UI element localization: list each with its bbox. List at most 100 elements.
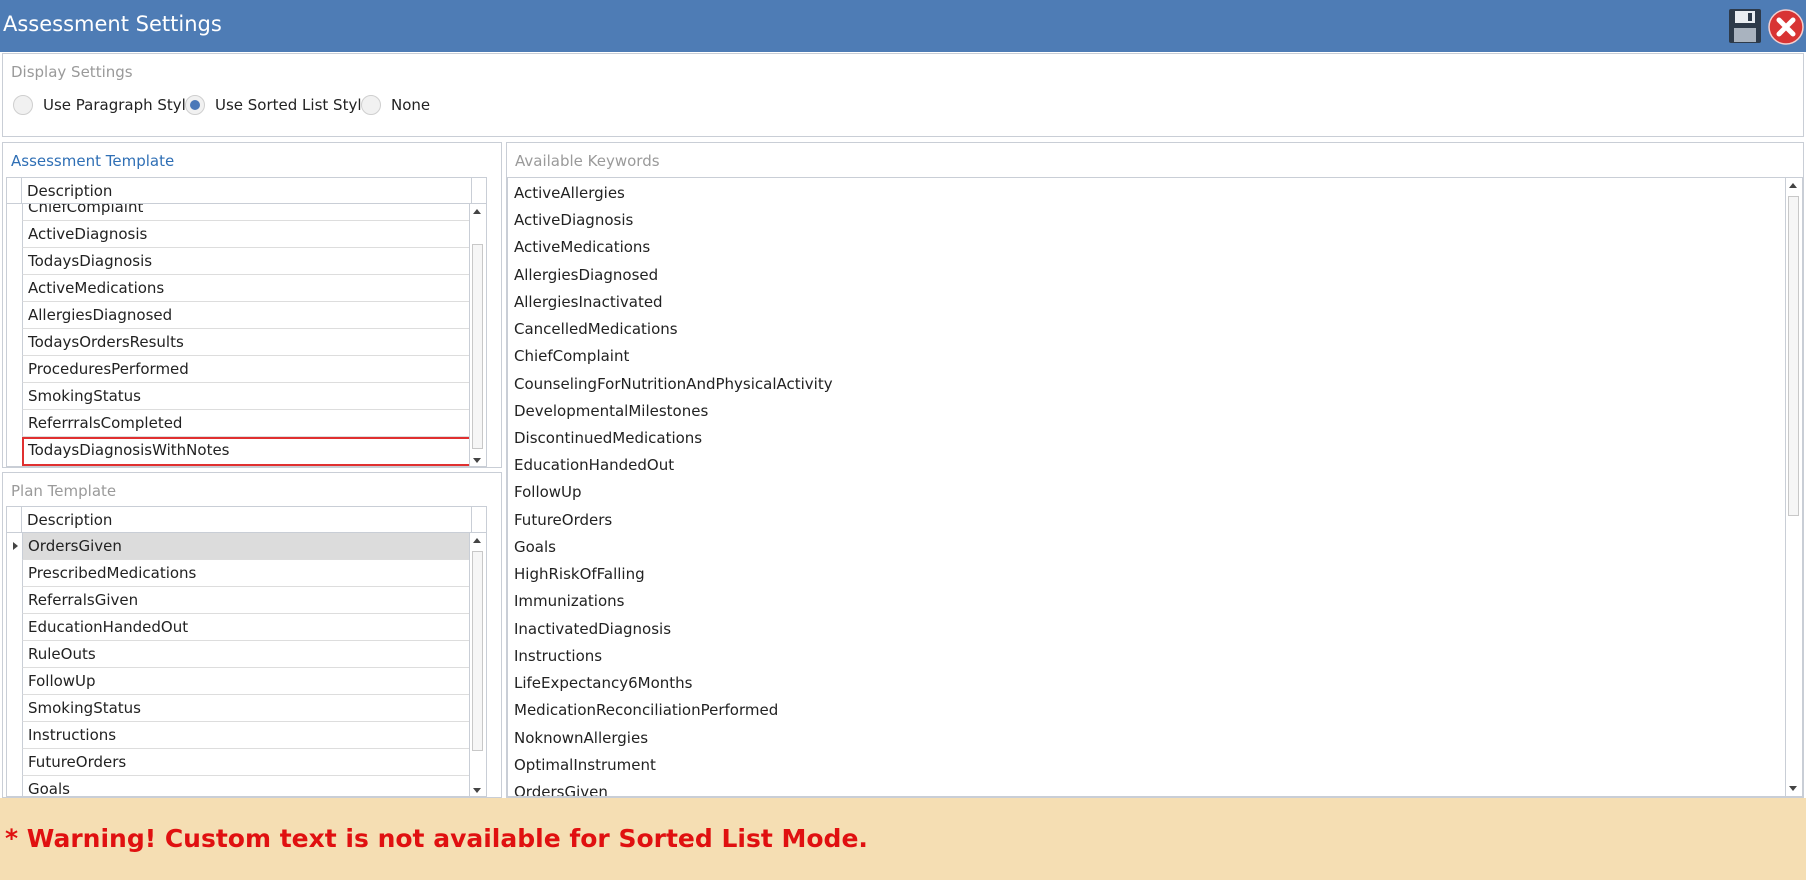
available-keywords-list: ActiveAllergies ActiveDiagnosis ActiveMe… xyxy=(507,177,1803,797)
cell-description: ReferralsGiven xyxy=(28,591,139,609)
keyword-item[interactable]: ChiefComplaint xyxy=(514,343,629,370)
scrollbar-header-cell xyxy=(471,507,486,532)
plan-vertical-scrollbar[interactable] xyxy=(469,533,486,796)
scroll-down-arrow-icon[interactable] xyxy=(473,458,481,463)
keyword-item[interactable]: FutureOrders xyxy=(514,507,612,534)
scroll-thumb[interactable] xyxy=(472,551,483,751)
keyword-item[interactable]: InactivatedDiagnosis xyxy=(514,616,671,643)
cell-description: FutureOrders xyxy=(28,753,127,771)
radio-none[interactable]: None xyxy=(361,94,441,120)
save-button[interactable] xyxy=(1727,7,1763,45)
keywords-vertical-scrollbar[interactable] xyxy=(1785,178,1802,796)
grid-header: Description xyxy=(7,507,486,533)
plan-template-title: Plan Template xyxy=(11,482,117,500)
scroll-down-arrow-icon[interactable] xyxy=(473,788,481,793)
keyword-item[interactable]: Instructions xyxy=(514,643,602,670)
table-row[interactable]: FutureOrders xyxy=(22,749,471,776)
cell-description: ActiveMedications xyxy=(28,279,165,297)
table-row[interactable]: ChiefComplaint xyxy=(22,204,471,221)
cell-description: OrdersGiven xyxy=(28,537,122,555)
table-row[interactable]: ActiveMedications xyxy=(22,275,471,302)
table-row[interactable]: RuleOuts xyxy=(22,641,471,668)
cell-description: ReferrralsCompleted xyxy=(28,414,183,432)
scroll-thumb[interactable] xyxy=(1788,196,1799,516)
table-row-selected[interactable]: OrdersGiven xyxy=(22,533,471,560)
radio-circle-icon xyxy=(13,95,33,115)
cell-description: ProceduresPerformed xyxy=(28,360,189,378)
radio-sorted-list-style[interactable]: Use Sorted List Style xyxy=(185,94,371,120)
keyword-item[interactable]: AllergiesDiagnosed xyxy=(514,262,658,289)
keyword-item[interactable]: NoknownAllergies xyxy=(514,725,648,752)
column-header-description[interactable]: Description xyxy=(27,511,112,529)
cell-description: TodaysDiagnosis xyxy=(28,252,153,270)
cell-description: ActiveDiagnosis xyxy=(28,225,148,243)
table-row[interactable]: SmokingStatus xyxy=(22,383,471,410)
warning-bar: * Warning! Custom text is not available … xyxy=(0,798,1806,880)
keyword-item[interactable]: LifeExpectancy6Months xyxy=(514,670,692,697)
keyword-item[interactable]: DevelopmentalMilestones xyxy=(514,398,708,425)
table-row[interactable]: ReferralsGiven xyxy=(22,587,471,614)
keyword-item[interactable]: MedicationReconciliationPerformed xyxy=(514,697,778,724)
radio-label: Use Sorted List Style xyxy=(215,96,371,114)
keyword-item[interactable]: EducationHandedOut xyxy=(514,452,674,479)
table-row[interactable]: AllergiesDiagnosed xyxy=(22,302,471,329)
assessment-template-title: Assessment Template xyxy=(11,152,175,170)
keyword-item[interactable]: ActiveAllergies xyxy=(514,180,625,207)
cell-description: Goals xyxy=(28,780,70,797)
display-settings-panel: Display Settings Use Paragraph Style Use… xyxy=(2,53,1804,137)
table-row[interactable]: ActiveDiagnosis xyxy=(22,221,471,248)
scroll-down-arrow-icon[interactable] xyxy=(1789,786,1797,791)
table-row[interactable]: PrescribedMedications xyxy=(22,560,471,587)
floppy-disk-icon xyxy=(1729,9,1761,43)
warning-message: * Warning! Custom text is not available … xyxy=(5,824,868,853)
keyword-items: ActiveAllergies ActiveDiagnosis ActiveMe… xyxy=(508,178,1786,796)
scroll-up-arrow-icon[interactable] xyxy=(473,209,481,214)
radio-paragraph-style[interactable]: Use Paragraph Style xyxy=(13,94,195,120)
keyword-item[interactable]: OptimalInstrument xyxy=(514,752,656,779)
keyword-item[interactable]: FollowUp xyxy=(514,479,582,506)
keyword-item[interactable]: AllergiesInactivated xyxy=(514,289,663,316)
keyword-item[interactable]: CancelledMedications xyxy=(514,316,678,343)
display-settings-title: Display Settings xyxy=(11,63,133,81)
table-row[interactable]: TodaysOrdersResults xyxy=(22,329,471,356)
close-button[interactable] xyxy=(1768,9,1804,45)
table-row[interactable]: ProceduresPerformed xyxy=(22,356,471,383)
keyword-item[interactable]: ActiveMedications xyxy=(514,234,650,261)
keyword-item[interactable]: Immunizations xyxy=(514,588,624,615)
cell-description: SmokingStatus xyxy=(28,387,141,405)
table-row[interactable]: TodaysDiagnosis xyxy=(22,248,471,275)
available-keywords-panel: Available Keywords ActiveAllergies Activ… xyxy=(506,142,1804,798)
keyword-item[interactable]: OrdersGiven xyxy=(514,779,608,796)
keyword-item[interactable]: ActiveDiagnosis xyxy=(514,207,633,234)
scroll-up-arrow-icon[interactable] xyxy=(1789,183,1797,188)
radio-circle-icon xyxy=(361,95,381,115)
table-row-highlighted[interactable]: TodaysDiagnosisWithNotes xyxy=(22,437,471,466)
assessment-rows: ChiefComplaint ActiveDiagnosis TodaysDia… xyxy=(7,204,471,466)
table-row[interactable]: Goals xyxy=(22,776,471,797)
radio-label: Use Paragraph Style xyxy=(43,96,196,114)
window-title: Assessment Settings xyxy=(3,12,222,36)
column-header-description[interactable]: Description xyxy=(27,182,112,200)
table-row[interactable]: Instructions xyxy=(22,722,471,749)
keyword-item[interactable]: DiscontinuedMedications xyxy=(514,425,702,452)
assessment-vertical-scrollbar[interactable] xyxy=(469,204,486,466)
radio-label: None xyxy=(391,96,431,114)
keyword-item[interactable]: CounselingForNutritionAndPhysicalActivit… xyxy=(514,371,833,398)
row-header-gutter xyxy=(7,507,22,532)
grid-header: Description xyxy=(7,178,486,204)
table-row[interactable]: EducationHandedOut xyxy=(22,614,471,641)
title-bar: Assessment Settings xyxy=(0,0,1806,52)
keyword-item[interactable]: Goals xyxy=(514,534,556,561)
table-row[interactable]: ReferrralsCompleted xyxy=(22,410,471,437)
scroll-up-arrow-icon[interactable] xyxy=(473,538,481,543)
scroll-thumb[interactable] xyxy=(472,244,483,449)
plan-rows: OrdersGiven PrescribedMedications Referr… xyxy=(7,533,471,797)
available-keywords-title: Available Keywords xyxy=(515,152,660,170)
cell-description: AllergiesDiagnosed xyxy=(28,306,173,324)
keyword-item[interactable]: HighRiskOfFalling xyxy=(514,561,645,588)
table-row[interactable]: FollowUp xyxy=(22,668,471,695)
assessment-template-panel: Assessment Template Description ChiefCom… xyxy=(2,142,502,468)
assessment-template-grid: Description ChiefComplaint ActiveDiagnos… xyxy=(6,177,487,467)
table-row[interactable]: SmokingStatus xyxy=(22,695,471,722)
cell-description: FollowUp xyxy=(28,672,96,690)
